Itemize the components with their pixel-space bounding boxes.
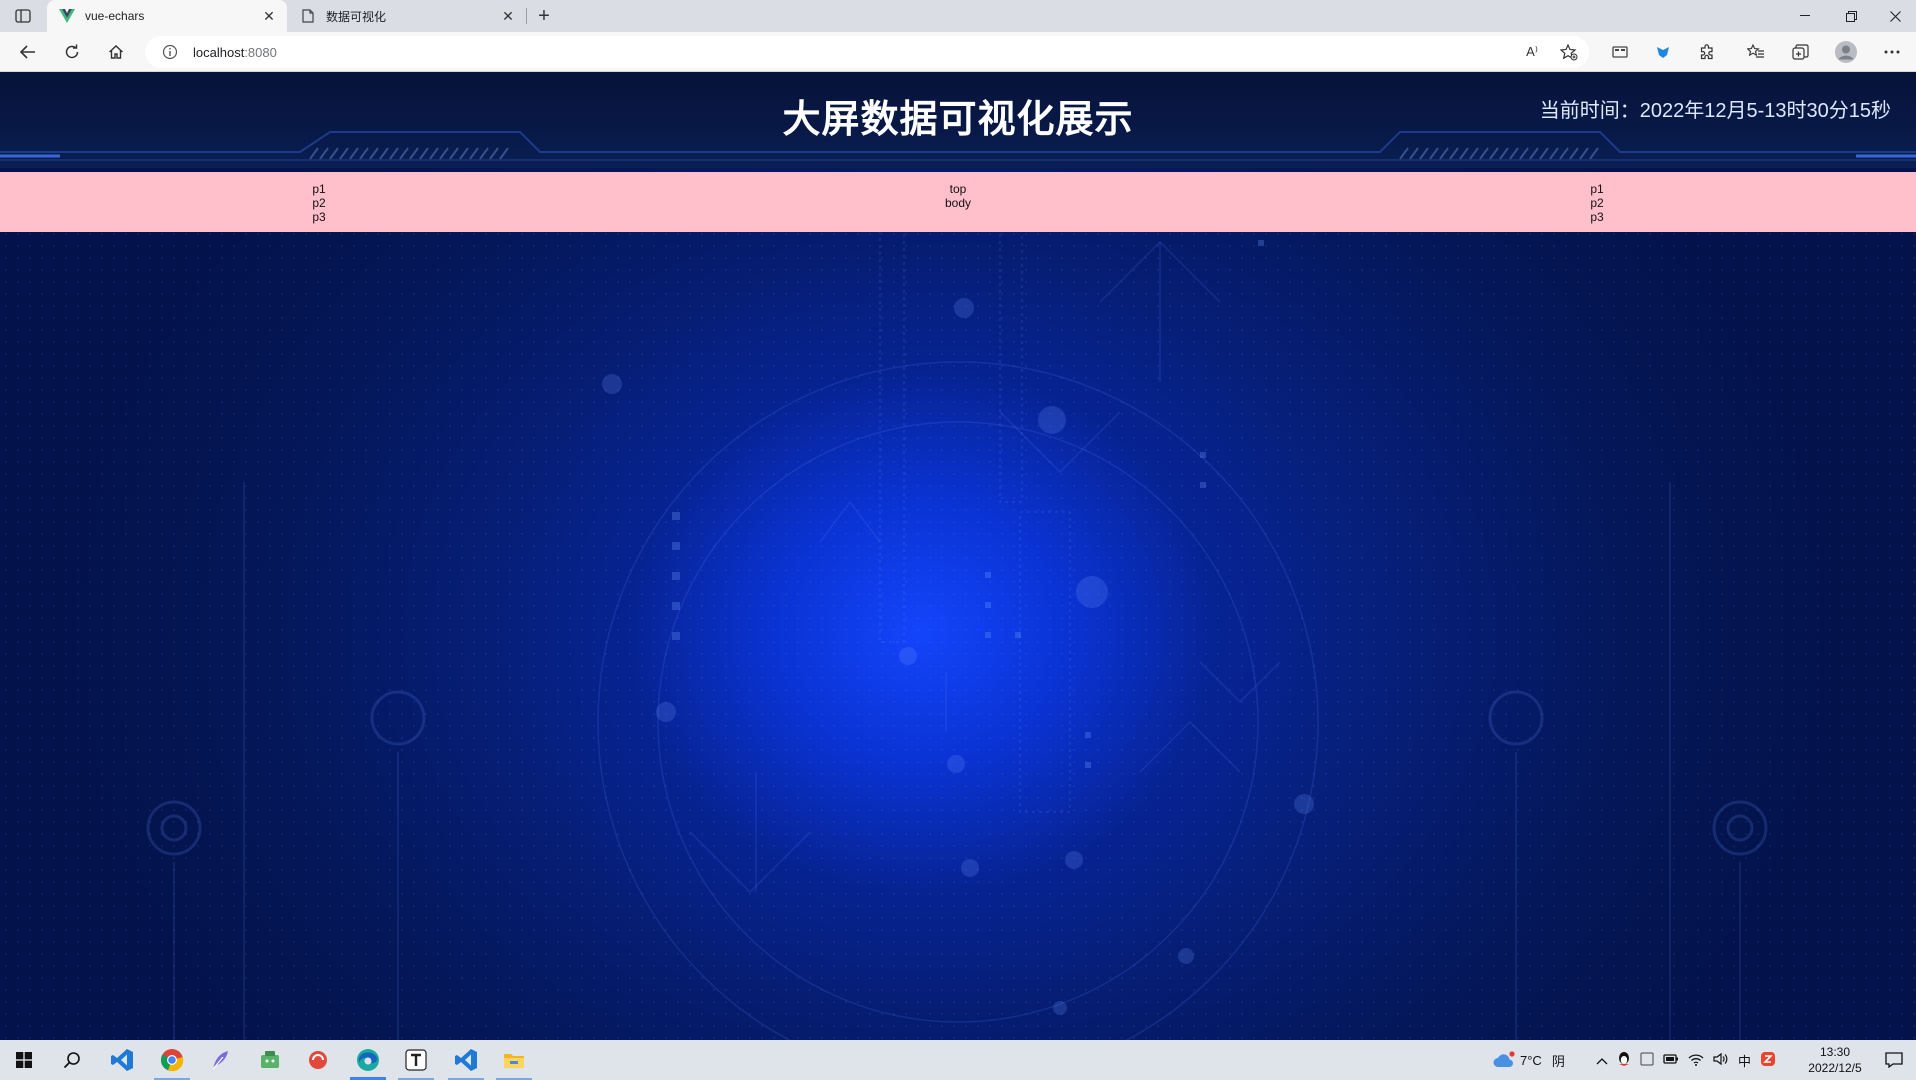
restore-icon[interactable] [1828,0,1874,32]
close-tab-icon[interactable]: ✕ [498,6,518,26]
middle-item-top: top [949,182,967,196]
extensions-icon[interactable] [1693,38,1721,66]
add-favorite-icon[interactable] [1555,38,1583,66]
android-studio-icon[interactable] [246,1040,294,1080]
left-item-p3: p3 [312,210,326,224]
input-method-indicator[interactable]: 中 [1738,1051,1751,1070]
start-windows-icon[interactable] [0,1040,48,1080]
new-tab-icon[interactable]: + [532,4,556,28]
back-icon[interactable] [14,38,42,66]
tab-data-visualization[interactable]: 数据可视化 ✕ [288,0,526,32]
home-icon[interactable] [102,38,130,66]
system-tray: 中 [1596,1040,1776,1080]
tab-divider [526,8,527,24]
favorites-icon[interactable] [1742,38,1770,66]
dashboard-header: 大屏数据可视化展示 当前时间：2022年12月5-13时30分15秒 [0,72,1916,168]
windows-taskbar: 7°C 阴 中 13:30 2022/12/5 [0,1040,1916,1080]
wifi-icon[interactable] [1688,1052,1704,1069]
edge-browser-icon[interactable] [344,1040,392,1080]
typora-icon[interactable] [392,1040,440,1080]
weather-desc: 阴 [1551,1053,1565,1069]
search-icon[interactable] [48,1040,96,1080]
volume-icon[interactable] [1713,1052,1729,1069]
content-columns: p1 p2 p3 top body p1 p2 p3 [0,172,1916,232]
vue-logo-icon [59,8,75,24]
tab-title: 数据可视化 [326,9,387,24]
right-column: p1 p2 p3 [1278,182,1916,224]
weather-temp: 7°C [1520,1052,1542,1068]
file-explorer-icon[interactable] [490,1040,538,1080]
tablet-mode-icon[interactable] [1640,1051,1654,1070]
minimize-icon[interactable] [1782,0,1828,32]
tab-actions-icon[interactable] [10,6,36,26]
url-port: :8080 [244,44,277,60]
taskbar-clock[interactable]: 13:30 2022/12/5 [1800,1044,1870,1076]
sogou-input-icon[interactable] [1760,1051,1776,1070]
collections-icon[interactable] [1786,38,1814,66]
clock-time: 13:30 [1819,1045,1851,1059]
left-item-p2: p2 [312,196,326,210]
vscode-icon[interactable] [98,1040,146,1080]
page-viewport: 大屏数据可视化展示 当前时间：2022年12月5-13时30分15秒 p1 p2… [0,72,1916,1040]
middle-column: top body [639,182,1277,210]
clock-date: 2022/12/5 [1808,1061,1862,1075]
site-info-icon[interactable] [161,43,179,61]
document-icon [300,8,316,24]
url-text: localhost:8080 [193,45,277,60]
tab-title: vue-echars [85,9,145,23]
current-time: 当前时间：2022年12月5-13时30分15秒 [1539,100,1891,122]
browser-tabstrip: vue-echars ✕ 数据可视化 ✕ + [0,0,1916,32]
left-column: p1 p2 p3 [0,182,638,224]
right-item-p3: p3 [1590,210,1604,224]
right-item-p1: p1 [1590,182,1604,196]
notification-center-icon[interactable] [1872,1040,1916,1080]
middle-item-body: body [944,196,972,210]
weather-widget[interactable]: 7°C 阴 [1492,1040,1565,1080]
cloudy-weather-icon [1493,1051,1515,1067]
close-window-icon[interactable] [1872,0,1916,32]
immersive-reader-icon[interactable] [1606,38,1634,66]
battery-icon[interactable] [1663,1053,1679,1068]
feather-app-icon[interactable] [196,1040,244,1080]
chrome-icon[interactable] [148,1040,196,1080]
more-menu-icon[interactable] [1878,38,1906,66]
extension-bird-icon[interactable] [1649,38,1677,66]
tab-vue-echars[interactable]: vue-echars ✕ [47,0,287,32]
browser-toolbar: localhost:8080 A⁾ [0,32,1916,72]
address-bar[interactable]: localhost:8080 [145,36,1589,68]
chevron-up-icon[interactable] [1596,1053,1608,1068]
screenshot-app-icon[interactable] [294,1040,342,1080]
reload-icon[interactable] [58,38,86,66]
profile-avatar-icon[interactable] [1832,38,1860,66]
vscode-icon-2[interactable] [442,1040,490,1080]
left-item-p1: p1 [312,182,326,196]
url-host: localhost [193,44,245,60]
qq-penguin-icon[interactable] [1617,1051,1631,1070]
read-aloud-icon[interactable]: A⁾ [1518,38,1546,66]
right-item-p2: p2 [1590,196,1604,210]
close-tab-icon[interactable]: ✕ [259,6,279,26]
